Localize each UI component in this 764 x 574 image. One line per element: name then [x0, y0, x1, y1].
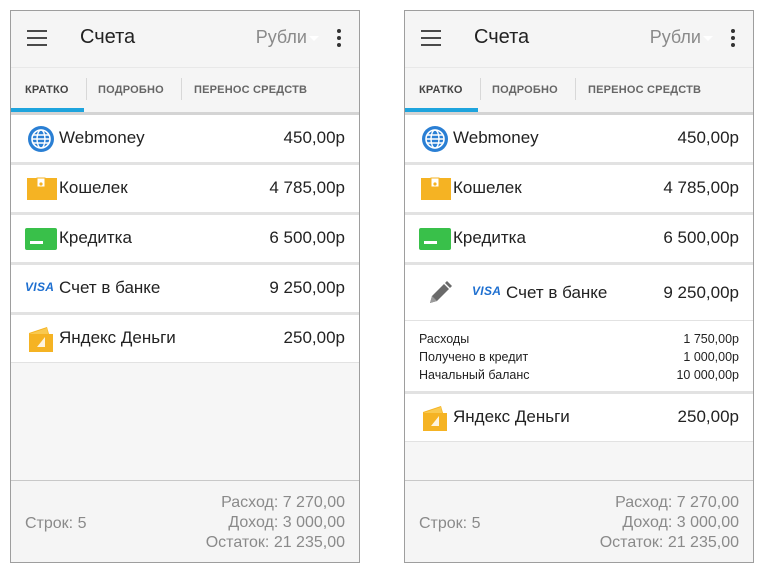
- credit-card-icon: [25, 228, 57, 250]
- app-bar: Счета Рубли: [405, 11, 753, 67]
- webmoney-globe-icon: [422, 126, 448, 152]
- wallet-icon: [421, 177, 451, 200]
- tab-bar: КРАТКО ПОДРОБНО ПЕРЕНОС СРЕДСТВ: [11, 67, 359, 112]
- more-options-icon[interactable]: [337, 29, 341, 47]
- summary-footer: Строк: 5 Расход: 7 270,00 Доход: 3 000,0…: [405, 480, 753, 562]
- tab-divider: [575, 78, 576, 100]
- detail-label: Начальный баланс: [419, 368, 530, 382]
- account-amount: 6 500,00р: [663, 228, 739, 247]
- tab-transfer[interactable]: ПЕРЕНОС СРЕДСТВ: [588, 68, 701, 112]
- account-amount: 9 250,00р: [269, 278, 345, 297]
- total-expense: Расход: 7 270,00: [615, 494, 739, 511]
- account-amount: 250,00р: [677, 407, 739, 426]
- total-income: Доход: 3 000,00: [622, 514, 739, 531]
- account-name: Яндекс Деньги: [453, 407, 570, 426]
- total-balance: Остаток: 21 235,00: [599, 534, 739, 551]
- accounts-screen-expanded: Счета Рубли КРАТКО ПОДРОБНО ПЕРЕНОС СРЕД…: [404, 10, 754, 563]
- detail-value: 1 750,00р: [683, 332, 739, 346]
- hamburger-menu-icon[interactable]: [421, 30, 441, 46]
- account-name: Кредитка: [59, 228, 132, 247]
- account-name: Webmoney: [453, 128, 539, 147]
- account-row-yandex-money[interactable]: Яндекс Деньги 250,00р: [11, 315, 359, 363]
- currency-select[interactable]: Рубли: [256, 27, 319, 48]
- tab-divider: [480, 78, 481, 100]
- webmoney-globe-icon: [28, 126, 54, 152]
- tab-detailed[interactable]: ПОДРОБНО: [492, 68, 558, 112]
- currency-select-value: Рубли: [255, 27, 307, 47]
- currency-select[interactable]: Рубли: [650, 27, 713, 48]
- account-row-credit-card[interactable]: Кредитка 6 500,00р: [405, 215, 753, 265]
- wallet-icon: [27, 177, 57, 200]
- tab-summary[interactable]: КРАТКО: [25, 68, 69, 112]
- account-row-yandex-money[interactable]: Яндекс Деньги 250,00р: [405, 394, 753, 442]
- detail-label: Расходы: [419, 332, 470, 346]
- detail-line-initial-balance: Начальный баланс 10 000,00р: [419, 366, 739, 384]
- page-title: Счета: [80, 26, 136, 48]
- tab-bar: КРАТКО ПОДРОБНО ПЕРЕНОС СРЕДСТВ: [405, 67, 753, 112]
- detail-line-expenses: Расходы 1 750,00р: [419, 330, 739, 348]
- account-amount: 6 500,00р: [269, 228, 345, 247]
- account-amount: 9 250,00р: [663, 283, 739, 302]
- account-row-webmoney[interactable]: Webmoney 450,00р: [11, 115, 359, 165]
- page-title: Счета: [474, 26, 530, 48]
- account-row-bank[interactable]: VISA Счет в банке 9 250,00р: [11, 265, 359, 315]
- detail-value: 10 000,00р: [676, 368, 739, 382]
- dropdown-arrow-icon: [309, 36, 319, 41]
- total-expense: Расход: 7 270,00: [221, 494, 345, 511]
- account-name: Счет в банке: [506, 283, 608, 302]
- yandex-money-icon: [423, 406, 447, 431]
- account-name: Кошелек: [59, 178, 128, 197]
- detail-line-credit: Получено в кредит 1 000,00р: [419, 348, 739, 366]
- tab-divider: [86, 78, 87, 100]
- account-amount: 450,00р: [283, 128, 345, 147]
- account-row-credit-card[interactable]: Кредитка 6 500,00р: [11, 215, 359, 265]
- account-details: Расходы 1 750,00р Получено в кредит 1 00…: [405, 321, 753, 394]
- tab-transfer[interactable]: ПЕРЕНОС СРЕДСТВ: [194, 68, 307, 112]
- tab-divider: [181, 78, 182, 100]
- currency-select-value: Рубли: [649, 27, 701, 47]
- dropdown-arrow-icon: [703, 36, 713, 41]
- total-balance: Остаток: 21 235,00: [205, 534, 345, 551]
- tab-summary[interactable]: КРАТКО: [419, 68, 463, 112]
- detail-value: 1 000,00р: [683, 350, 739, 364]
- account-name: Яндекс Деньги: [59, 328, 176, 347]
- account-amount: 450,00р: [677, 128, 739, 147]
- pencil-edit-icon[interactable]: [427, 280, 453, 306]
- more-options-icon[interactable]: [731, 29, 735, 47]
- account-name: Кредитка: [453, 228, 526, 247]
- totals: Расход: 7 270,00 Доход: 3 000,00 Остаток…: [206, 493, 345, 553]
- visa-icon: VISA: [472, 284, 502, 298]
- active-tab-indicator: [405, 108, 478, 112]
- rows-count: Строк: 5: [419, 515, 481, 532]
- hamburger-menu-icon[interactable]: [27, 30, 47, 46]
- account-amount: 4 785,00р: [663, 178, 739, 197]
- detail-label: Получено в кредит: [419, 350, 529, 364]
- active-tab-indicator: [11, 108, 84, 112]
- total-income: Доход: 3 000,00: [228, 514, 345, 531]
- account-name: Webmoney: [59, 128, 145, 147]
- account-name: Кошелек: [453, 178, 522, 197]
- visa-icon: VISA: [25, 280, 55, 294]
- account-row-webmoney[interactable]: Webmoney 450,00р: [405, 115, 753, 165]
- tab-detailed[interactable]: ПОДРОБНО: [98, 68, 164, 112]
- account-amount: 4 785,00р: [269, 178, 345, 197]
- summary-footer: Строк: 5 Расход: 7 270,00 Доход: 3 000,0…: [11, 480, 359, 562]
- credit-card-icon: [419, 228, 451, 250]
- account-row-wallet[interactable]: Кошелек 4 785,00р: [405, 165, 753, 215]
- account-row-wallet[interactable]: Кошелек 4 785,00р: [11, 165, 359, 215]
- account-row-bank-expanded[interactable]: VISA Счет в банке 9 250,00р: [405, 265, 753, 321]
- totals: Расход: 7 270,00 Доход: 3 000,00 Остаток…: [600, 493, 739, 553]
- rows-count: Строк: 5: [25, 515, 87, 532]
- app-bar: Счета Рубли: [11, 11, 359, 67]
- account-name: Счет в банке: [59, 278, 161, 297]
- yandex-money-icon: [29, 327, 53, 352]
- account-amount: 250,00р: [283, 328, 345, 347]
- accounts-screen-collapsed: Счета Рубли КРАТКО ПОДРОБНО ПЕРЕНОС СРЕД…: [10, 10, 360, 563]
